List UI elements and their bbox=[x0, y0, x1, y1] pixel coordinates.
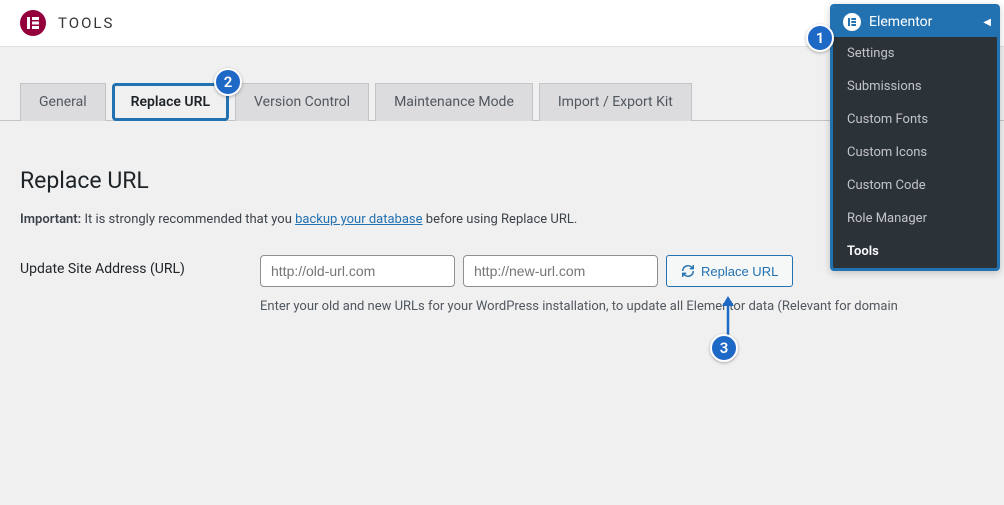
elementor-logo-icon bbox=[20, 10, 46, 36]
sidebar-title: Elementor bbox=[869, 14, 932, 30]
sidebar-item-custom-fonts[interactable]: Custom Fonts bbox=[833, 103, 997, 136]
sidebar-item-role-manager[interactable]: Role Manager bbox=[833, 202, 997, 235]
tab-maintenance-mode[interactable]: Maintenance Mode bbox=[375, 83, 533, 121]
sidebar-item-submissions[interactable]: Submissions bbox=[833, 70, 997, 103]
replace-button-label: Replace URL bbox=[701, 264, 778, 279]
notice-important-label: Important: bbox=[20, 212, 81, 227]
sidebar-header[interactable]: Elementor ◀ bbox=[833, 7, 997, 37]
page-title: TOOLS bbox=[58, 14, 114, 32]
tab-import-export[interactable]: Import / Export Kit bbox=[539, 83, 692, 121]
form-label: Update Site Address (URL) bbox=[20, 255, 260, 277]
help-text: Enter your old and new URLs for your Wor… bbox=[260, 299, 984, 314]
tab-replace-url[interactable]: Replace URL bbox=[112, 83, 229, 121]
notice-before: It is strongly recommended that you bbox=[81, 212, 295, 227]
annotation-badge-2: 2 bbox=[214, 68, 242, 96]
replace-url-button[interactable]: Replace URL bbox=[666, 255, 793, 287]
sidebar-items: Settings Submissions Custom Fonts Custom… bbox=[833, 37, 997, 268]
elementor-mini-logo-icon bbox=[843, 13, 861, 31]
annotation-badge-3: 3 bbox=[710, 334, 738, 362]
refresh-icon bbox=[681, 264, 695, 278]
annotation-badge-1: 1 bbox=[806, 24, 834, 52]
notice-after: before using Replace URL. bbox=[423, 212, 578, 227]
tab-version-control[interactable]: Version Control bbox=[235, 83, 369, 121]
new-url-input[interactable] bbox=[463, 255, 658, 287]
sidebar-item-settings[interactable]: Settings bbox=[833, 37, 997, 70]
caret-left-icon: ◀ bbox=[983, 17, 991, 28]
sidebar-flyout: Elementor ◀ Settings Submissions Custom … bbox=[830, 4, 1000, 271]
sidebar-item-tools[interactable]: Tools bbox=[833, 235, 997, 268]
sidebar-item-custom-icons[interactable]: Custom Icons bbox=[833, 136, 997, 169]
tab-general[interactable]: General bbox=[20, 83, 106, 121]
sidebar-item-custom-code[interactable]: Custom Code bbox=[833, 169, 997, 202]
old-url-input[interactable] bbox=[260, 255, 455, 287]
backup-link[interactable]: backup your database bbox=[295, 212, 422, 227]
